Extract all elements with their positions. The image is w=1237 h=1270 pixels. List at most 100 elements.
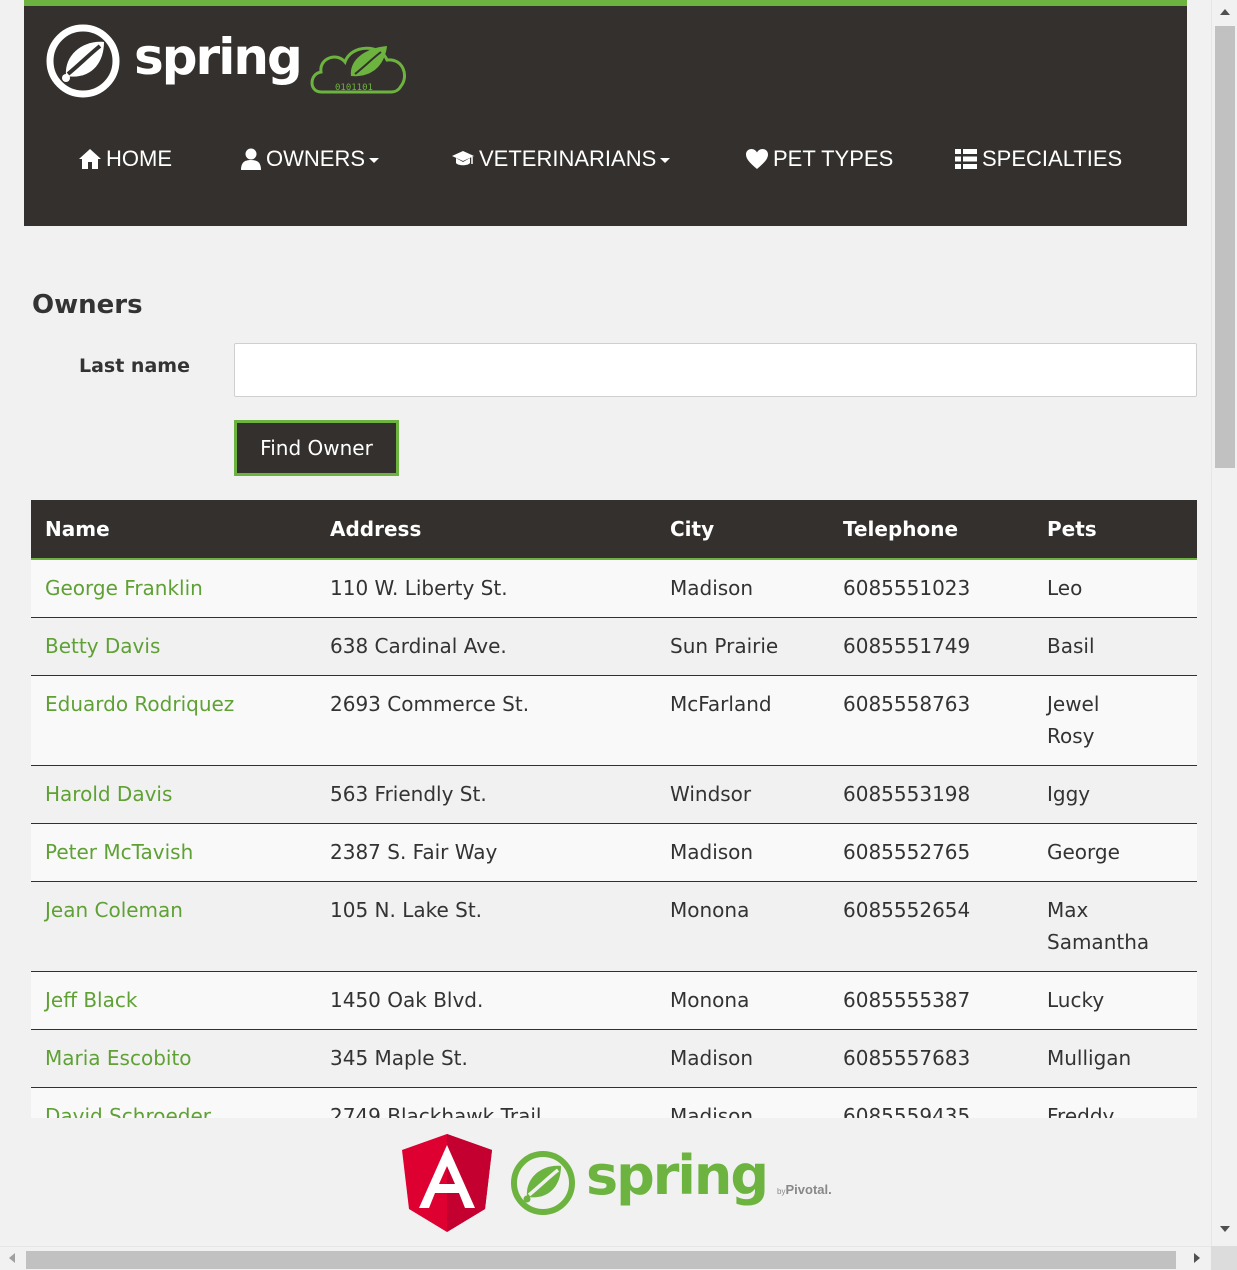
owner-city: Monona — [670, 988, 750, 1012]
nav-item-owners[interactable]: Owners — [240, 146, 379, 172]
pet-name: Samantha — [1047, 930, 1150, 954]
column-header-pets[interactable]: Pets — [1033, 500, 1197, 560]
table-cell: 345 Maple St. — [316, 1029, 656, 1088]
owner-address: 345 Maple St. — [330, 1046, 468, 1070]
pet-name: Leo — [1047, 576, 1083, 600]
column-header-telephone[interactable]: Telephone — [829, 500, 1033, 560]
owner-city: Windsor — [670, 782, 752, 806]
table-cell: 2387 S. Fair Way — [316, 823, 656, 882]
heart-icon — [746, 149, 768, 169]
owner-address: 2693 Commerce St. — [330, 692, 530, 716]
table-cell: Madison — [656, 823, 829, 882]
horizontal-scroll-thumb[interactable] — [26, 1251, 1176, 1269]
owner-telephone: 6085553198 — [843, 782, 971, 806]
find-owner-button[interactable]: Find Owner — [234, 420, 399, 476]
table-cell: 6085551023 — [829, 559, 1033, 618]
owner-telephone: 6085552765 — [843, 840, 971, 864]
owner-telephone: 6085557683 — [843, 1046, 971, 1070]
table-cell: 6085557683 — [829, 1029, 1033, 1088]
scroll-down-arrow-icon[interactable] — [1220, 1226, 1230, 1232]
pet-name: George — [1047, 840, 1120, 864]
table-cell: Maria Escobito — [31, 1029, 316, 1088]
last-name-input[interactable] — [234, 343, 1197, 397]
nav-item-veterinarians[interactable]: Veterinarians — [451, 146, 671, 172]
owner-name-link[interactable]: Peter McTavish — [45, 840, 193, 864]
table-cell: Madison — [656, 559, 829, 618]
owner-city: Sun Prairie — [670, 634, 779, 658]
footer-spring-text: spring — [586, 1143, 769, 1207]
owner-name-link[interactable]: George Franklin — [45, 576, 203, 600]
table-row: Harold Davis 563 Friendly St. Windsor 60855… — [31, 765, 1197, 824]
table-cell: Eduardo Rodriquez — [31, 675, 316, 766]
table-row: Eduardo Rodriquez 2693 Commerce St. McFarl… — [31, 675, 1197, 766]
table-cell: Betty Davis — [31, 617, 316, 676]
owner-name-link[interactable]: Betty Davis — [45, 634, 160, 658]
owner-telephone: 6085555387 — [843, 988, 971, 1012]
table-cell: 563 Friendly St. — [316, 765, 656, 824]
owner-city: Madison — [670, 1046, 754, 1070]
scroll-right-arrow-icon[interactable] — [1194, 1253, 1200, 1263]
brand-logo[interactable]: spring 0101101 — [46, 24, 411, 98]
table-cell: 6085553198 — [829, 765, 1033, 824]
chevron-down-icon — [369, 157, 379, 163]
scroll-up-arrow-icon[interactable] — [1220, 9, 1230, 15]
list-icon — [955, 149, 977, 169]
nav-item-specialties[interactable]: Specialties — [954, 146, 1122, 172]
table-cell: Monona — [656, 971, 829, 1030]
cloud-leaf-icon: 0101101 — [310, 46, 406, 94]
nav-item-label: Pet Types — [773, 146, 894, 171]
table-cell: 6085552654 — [829, 881, 1033, 972]
scroll-left-arrow-icon[interactable] — [9, 1253, 15, 1263]
owner-address: 2387 S. Fair Way — [330, 840, 498, 864]
table-cell: Jeff Black — [31, 971, 316, 1030]
owner-city: Madison — [670, 840, 754, 864]
nav-item-pet-types[interactable]: Pet Types — [745, 146, 893, 172]
table-cell: George — [1033, 823, 1197, 882]
column-header-address[interactable]: Address — [316, 500, 656, 560]
owner-address: 563 Friendly St. — [330, 782, 487, 806]
column-header-name[interactable]: Name — [31, 500, 316, 560]
pet-name: Iggy — [1047, 782, 1091, 806]
nav-item-label: Veterinarians — [479, 146, 657, 171]
nav-item-home[interactable]: Home — [78, 146, 172, 172]
table-cell: Mulligan — [1033, 1029, 1197, 1088]
pet-name: Lucky — [1047, 988, 1105, 1012]
user-icon — [241, 148, 261, 170]
table-header-row: Name Address City Telephone Pets — [31, 500, 1197, 560]
owner-telephone: 6085551749 — [843, 634, 971, 658]
vertical-scroll-thumb[interactable] — [1215, 26, 1235, 468]
owner-name-link[interactable]: Jean Coleman — [45, 898, 183, 922]
owner-name-link[interactable]: Harold Davis — [45, 782, 172, 806]
last-name-label: Last name — [79, 355, 190, 377]
column-header-city[interactable]: City — [656, 500, 829, 560]
vertical-scrollbar[interactable] — [1211, 0, 1237, 1246]
owner-name-link[interactable]: Jeff Black — [45, 988, 137, 1012]
table-cell: 2693 Commerce St. — [316, 675, 656, 766]
owners-table: Name Address City Telephone Pets George … — [31, 500, 1197, 1145]
table-cell: Leo — [1033, 559, 1197, 618]
table-cell: 110 W. Liberty St. — [316, 559, 656, 618]
table-cell: 105 N. Lake St. — [316, 881, 656, 972]
table-cell: 6085551749 — [829, 617, 1033, 676]
owner-name-link[interactable]: Maria Escobito — [45, 1046, 192, 1070]
owner-address: 105 N. Lake St. — [330, 898, 483, 922]
spring-leaf-icon — [46, 24, 120, 98]
pet-name: Jewel — [1047, 692, 1100, 716]
home-icon — [79, 149, 101, 169]
footer-pivotal-name: Pivotal. — [785, 1181, 832, 1197]
table-cell: Peter McTavish — [31, 823, 316, 882]
owner-name-link[interactable]: Eduardo Rodriquez — [45, 692, 234, 716]
table-row: Peter McTavish 2387 S. Fair Way Madison 608… — [31, 823, 1197, 882]
nav-item-label: Home — [106, 146, 172, 171]
owner-telephone: 6085558763 — [843, 692, 971, 716]
page-title: Owners — [32, 290, 143, 320]
table-cell: McFarland — [656, 675, 829, 766]
table-cell: Jewel Rosy — [1033, 675, 1197, 766]
chevron-down-icon — [660, 157, 671, 163]
owner-city: McFarland — [670, 692, 772, 716]
horizontal-scrollbar[interactable] — [0, 1246, 1211, 1270]
svg-text:0101101: 0101101 — [335, 83, 373, 93]
table-cell: Lucky — [1033, 971, 1197, 1030]
table-row: George Franklin 110 W. Liberty St. Madison… — [31, 559, 1197, 618]
table-cell: Jean Coleman — [31, 881, 316, 972]
